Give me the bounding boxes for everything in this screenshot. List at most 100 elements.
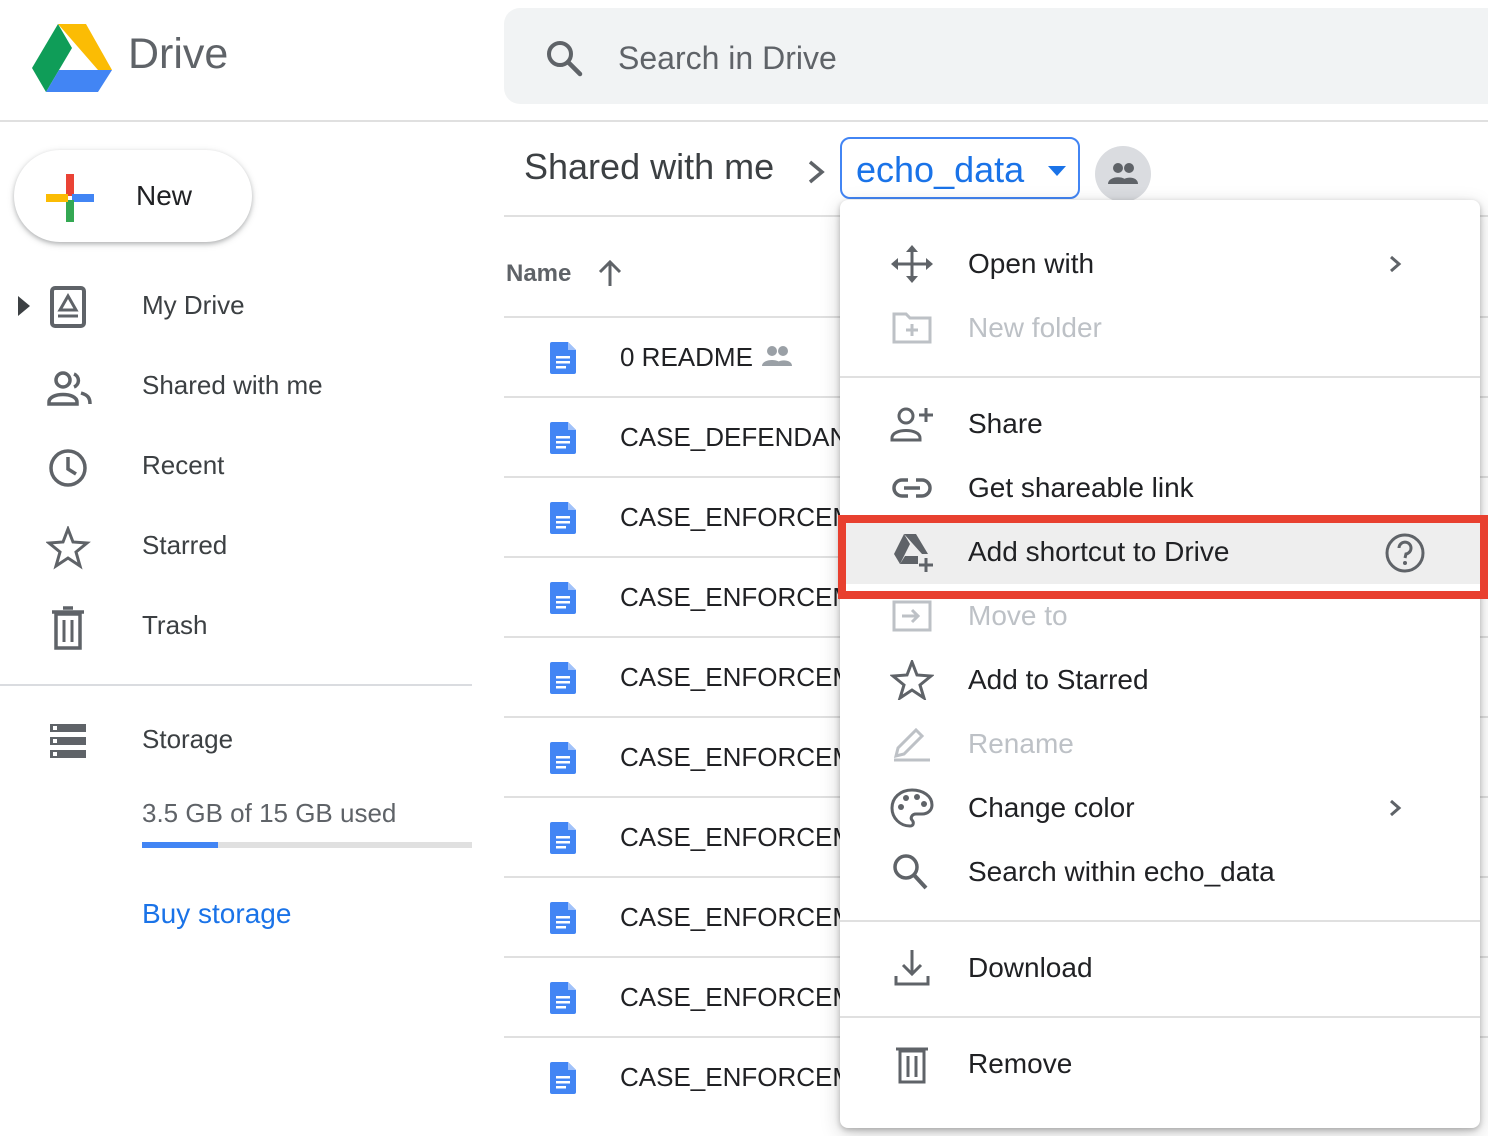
file-name: CASE_DEFENDANT	[620, 422, 865, 452]
file-name: CASE_ENFORCEME	[620, 742, 872, 772]
menu-item-add-starred[interactable]: Add to Starred	[840, 648, 1480, 712]
sidebar-item-storage[interactable]: Storage	[0, 704, 472, 776]
breadcrumb-current-folder[interactable]: echo_data	[840, 137, 1080, 199]
google-doc-icon	[550, 982, 576, 1014]
chevron-right-icon	[1390, 255, 1402, 273]
sidebar-item-label: Trash	[142, 610, 208, 640]
menu-item-get-link[interactable]: Get shareable link	[840, 456, 1480, 520]
file-name: CASE_ENFORCEME	[620, 1062, 872, 1092]
shared-folder-avatar[interactable]	[1095, 146, 1151, 202]
google-doc-icon	[550, 662, 576, 694]
sidebar-item-label: Shared with me	[142, 370, 323, 400]
menu-item-label: Open with	[968, 248, 1095, 279]
file-name: CASE_ENFORCEME	[620, 662, 872, 692]
move-arrows-icon	[891, 245, 933, 283]
file-name: CASE_ENFORCEME	[620, 822, 872, 852]
app-title[interactable]: Drive	[128, 30, 228, 79]
sidebar-divider	[0, 684, 472, 686]
sidebar-item-my-drive[interactable]: My Drive	[0, 270, 472, 342]
sidebar-item-label: Recent	[142, 450, 225, 480]
highlight-annotation-box	[838, 515, 1488, 599]
search-icon	[893, 854, 928, 890]
file-name: CASE_ENFORCEMI	[620, 502, 862, 532]
google-doc-icon	[550, 582, 576, 614]
pencil-icon	[893, 727, 930, 762]
plus-icon	[46, 174, 94, 222]
google-doc-icon	[550, 902, 576, 934]
menu-divider	[840, 376, 1480, 378]
search-icon[interactable]	[544, 38, 584, 78]
menu-divider	[840, 920, 1480, 922]
link-icon	[892, 478, 932, 498]
buy-storage-link[interactable]: Buy storage	[142, 898, 291, 930]
search-input[interactable]	[600, 34, 1236, 82]
move-to-icon	[892, 600, 932, 632]
menu-item-open-with[interactable]: Open with	[840, 232, 1480, 296]
menu-item-label: Add to Starred	[968, 664, 1149, 695]
dropdown-caret-icon	[1048, 166, 1066, 176]
sidebar-item-shared-with-me[interactable]: Shared with me	[0, 350, 472, 422]
column-header-name[interactable]: Name	[506, 260, 571, 288]
storage-progress-bar	[142, 842, 472, 848]
menu-item-label: Search within echo_data	[968, 856, 1275, 887]
menu-item-label: Rename	[968, 728, 1074, 759]
storage-usage-text: 3.5 GB of 15 GB used	[142, 798, 397, 828]
menu-item-change-color[interactable]: Change color	[840, 776, 1480, 840]
file-name: CASE_ENFORCEMI	[620, 582, 862, 612]
shared-people-icon	[762, 346, 792, 366]
expand-caret-icon[interactable]	[18, 296, 30, 316]
chevron-right-icon	[1390, 799, 1402, 817]
google-doc-icon	[550, 1062, 576, 1094]
storage-label: Storage	[142, 724, 234, 754]
google-doc-icon	[550, 742, 576, 774]
file-name: 0 README	[620, 342, 753, 372]
menu-item-share[interactable]: Share	[840, 392, 1480, 456]
sidebar-item-label: Starred	[142, 530, 228, 560]
file-name: CASE_ENFORCEME	[620, 982, 872, 1012]
menu-item-label: Download	[968, 952, 1093, 983]
menu-item-search-within[interactable]: Search within echo_data	[840, 840, 1480, 904]
new-button-label: New	[136, 180, 193, 211]
menu-item-new-folder[interactable]: New folder	[840, 296, 1480, 360]
menu-item-label: Remove	[968, 1048, 1073, 1079]
drive-logo[interactable]	[32, 24, 112, 92]
add-person-icon	[890, 407, 933, 442]
google-doc-icon	[550, 502, 576, 534]
menu-item-label: New folder	[968, 312, 1102, 343]
star-icon	[46, 526, 91, 570]
storage-progress-fill	[142, 842, 218, 848]
new-button[interactable]: New	[14, 150, 252, 242]
chevron-right-icon	[808, 160, 825, 184]
file-name: CASE_ENFORCEME	[620, 902, 872, 932]
my-drive-icon	[50, 286, 86, 328]
sidebar-item-label: My Drive	[142, 290, 245, 320]
menu-divider	[840, 1016, 1480, 1018]
menu-item-label: Get shareable link	[968, 472, 1194, 503]
google-doc-icon	[550, 342, 576, 374]
people-icon	[1108, 163, 1138, 184]
sidebar-item-recent[interactable]: Recent	[0, 430, 472, 502]
menu-item-download[interactable]: Download	[840, 936, 1480, 1000]
google-doc-icon	[550, 422, 576, 454]
trash-icon	[896, 1047, 928, 1084]
arrow-up-icon[interactable]	[596, 258, 624, 290]
menu-item-label: Move to	[968, 600, 1068, 631]
new-folder-icon	[892, 312, 932, 344]
palette-icon	[890, 788, 934, 828]
breadcrumb-parent[interactable]: Shared with me	[524, 146, 774, 188]
breadcrumb-current-label: echo_data	[856, 149, 1025, 190]
clock-icon	[49, 449, 87, 487]
storage-icon	[50, 724, 86, 758]
google-doc-icon	[550, 822, 576, 854]
sidebar-item-starred[interactable]: Starred	[0, 510, 472, 582]
menu-item-label: Share	[968, 408, 1043, 439]
trash-icon	[52, 606, 84, 650]
star-icon	[890, 660, 934, 700]
download-icon	[894, 950, 930, 986]
people-icon	[47, 371, 92, 406]
menu-item-label: Change color	[968, 792, 1135, 823]
menu-item-remove[interactable]: Remove	[840, 1032, 1480, 1096]
menu-item-rename[interactable]: Rename	[840, 712, 1480, 776]
context-menu: Open with New folder Share Get shareable…	[840, 200, 1480, 1128]
sidebar-item-trash[interactable]: Trash	[0, 590, 472, 662]
